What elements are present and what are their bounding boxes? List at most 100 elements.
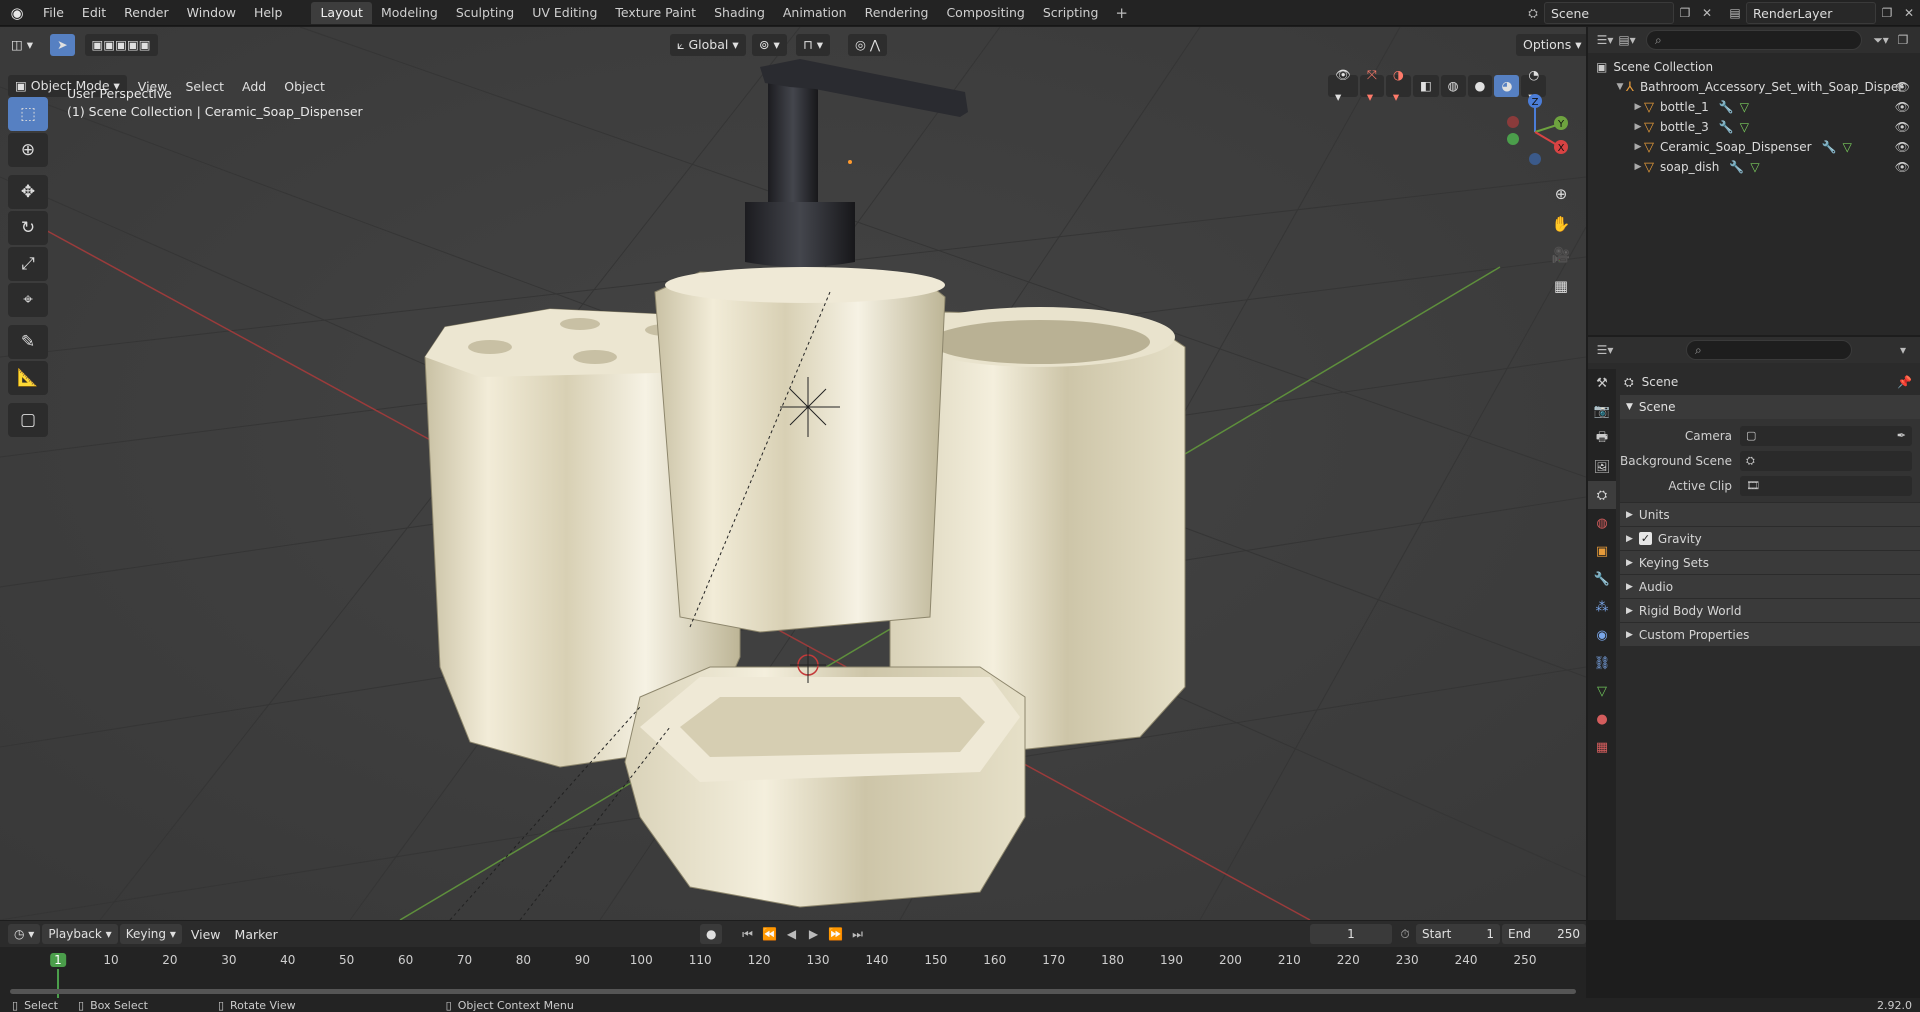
tab-texture-paint[interactable]: Texture Paint: [606, 2, 705, 24]
overlay-toggle-icon[interactable]: ◑ ▾: [1385, 67, 1411, 104]
new-layer-icon[interactable]: ❐: [1876, 2, 1898, 24]
blender-logo-icon[interactable]: ◉: [0, 0, 34, 26]
tab-rendering[interactable]: Rendering: [856, 2, 938, 24]
data-tab-icon[interactable]: ▽: [1588, 677, 1616, 705]
selection-mode-icons[interactable]: ▣▣▣▣▣: [84, 34, 158, 56]
particles-tab-icon[interactable]: ⁂: [1588, 593, 1616, 621]
tab-uv-editing[interactable]: UV Editing: [523, 2, 606, 24]
rigid-body-world-panel[interactable]: ▶ Rigid Body World: [1620, 598, 1920, 622]
view-layer-tab-icon[interactable]: 🖼: [1588, 453, 1616, 481]
3d-viewport[interactable]: ◫ ▾ ➤ ▣▣▣▣▣ ⟀ Global ▾ ⊚ ▾ ⊓ ▾ ◎ ⋀ Optio…: [0, 27, 1586, 920]
add-workspace-icon[interactable]: +: [1107, 2, 1136, 24]
transform-orientation-dropdown[interactable]: ⟀ Global ▾: [670, 34, 746, 56]
menu-window[interactable]: Window: [178, 0, 245, 26]
gizmo-neg-y[interactable]: [1507, 133, 1519, 145]
gizmo-neg-x[interactable]: [1507, 116, 1519, 128]
cursor-tool-icon[interactable]: ⊕: [8, 133, 48, 167]
jump-end-icon[interactable]: ⏭: [846, 923, 868, 945]
scene-browse-icon[interactable]: ⛭: [1522, 2, 1544, 24]
tab-sculpting[interactable]: Sculpting: [447, 2, 523, 24]
delete-scene-icon[interactable]: ✕: [1696, 2, 1718, 24]
outliner-editor-icon[interactable]: ☰▾: [1594, 29, 1616, 51]
play-reverse-icon[interactable]: ◀: [780, 923, 802, 945]
view-layer-field[interactable]: RenderLayer: [1746, 2, 1876, 24]
output-tab-icon[interactable]: 🖶: [1588, 425, 1616, 453]
expand-right-icon[interactable]: ▶: [1632, 122, 1644, 132]
material-tab-icon[interactable]: ●: [1588, 705, 1616, 733]
play-icon[interactable]: ▶: [802, 923, 824, 945]
record-icon[interactable]: ●: [700, 924, 723, 944]
new-collection-icon[interactable]: ❐: [1892, 29, 1914, 51]
tool-tab-icon[interactable]: ⚒: [1588, 369, 1616, 397]
measure-tool-icon[interactable]: 📐: [8, 361, 48, 395]
expand-down-icon[interactable]: ▼: [1614, 82, 1626, 92]
camera-field[interactable]: ▢ ✒: [1740, 425, 1912, 446]
tab-layout[interactable]: Layout: [311, 1, 372, 24]
shading-solid-icon[interactable]: ●: [1467, 75, 1493, 97]
visibility-eye-icon[interactable]: 👁: [1895, 80, 1910, 94]
next-keyframe-icon[interactable]: ⏩: [824, 923, 846, 945]
modifier-tab-icon[interactable]: 🔧: [1588, 565, 1616, 593]
constraints-tab-icon[interactable]: ⛓: [1588, 649, 1616, 677]
properties-search-input[interactable]: ⌕: [1686, 340, 1852, 360]
menu-help[interactable]: Help: [245, 0, 292, 26]
current-frame-field[interactable]: 1: [1310, 924, 1392, 944]
properties-editor-icon[interactable]: ☰▾: [1594, 339, 1616, 361]
end-frame-field[interactable]: End 250: [1502, 924, 1586, 944]
editor-type-icon[interactable]: ◫ ▾: [4, 34, 41, 56]
camera-view-icon[interactable]: 🎥: [1548, 242, 1574, 268]
audio-panel[interactable]: ▶ Audio: [1620, 574, 1920, 598]
visibility-eye-icon[interactable]: 👁: [1895, 140, 1910, 154]
pan-hand-icon[interactable]: ✋: [1548, 211, 1574, 237]
select-box-tool-icon[interactable]: ⬚: [8, 97, 48, 131]
expand-right-icon[interactable]: ▶: [1632, 142, 1644, 152]
transform-tool-icon[interactable]: ⌖: [8, 283, 48, 317]
snap-icon[interactable]: ⊓ ▾: [796, 34, 831, 56]
rotate-tool-icon[interactable]: ↻: [8, 211, 48, 245]
scene-panel-header[interactable]: ▼ Scene: [1620, 395, 1920, 419]
eyedropper-icon[interactable]: ✒: [1897, 429, 1906, 442]
view-layer-icon[interactable]: ▤: [1724, 2, 1746, 24]
pivot-point-icon[interactable]: ⊚ ▾: [752, 34, 787, 56]
new-scene-icon[interactable]: ❐: [1674, 2, 1696, 24]
jump-start-icon[interactable]: ⏮: [736, 923, 758, 945]
physics-tab-icon[interactable]: ◉: [1588, 621, 1616, 649]
properties-options-icon[interactable]: ▾: [1892, 339, 1914, 361]
prev-keyframe-icon[interactable]: ⏪: [758, 923, 780, 945]
expand-right-icon[interactable]: ▶: [1632, 162, 1644, 172]
tab-animation[interactable]: Animation: [774, 2, 856, 24]
custom-properties-panel[interactable]: ▶ Custom Properties: [1620, 622, 1920, 646]
menu-edit[interactable]: Edit: [73, 0, 115, 26]
expand-right-icon[interactable]: ▶: [1632, 102, 1644, 112]
preview-range-icon[interactable]: ⏱: [1394, 923, 1416, 945]
zoom-icon[interactable]: ⊕: [1548, 181, 1574, 207]
visibility-eye-icon[interactable]: 👁: [1895, 160, 1910, 174]
start-frame-field[interactable]: Start 1: [1416, 924, 1500, 944]
active-clip-field[interactable]: 🎞: [1740, 475, 1912, 496]
texture-tab-icon[interactable]: ▦: [1588, 733, 1616, 761]
filter-icon[interactable]: ⏷▾: [1870, 29, 1892, 51]
outliner-search-input[interactable]: ⌕: [1646, 30, 1862, 50]
keying-dropdown[interactable]: Keying ▾: [119, 924, 182, 944]
timeline-ruler[interactable]: 1 10 20 30 40 50 60 70 80 90 100 110 120 130 140 150 160…: [0, 947, 1586, 998]
scene-tab-icon[interactable]: ⛭: [1588, 481, 1616, 509]
render-tab-icon[interactable]: 📷: [1588, 397, 1616, 425]
add-cube-tool-icon[interactable]: ▢: [8, 403, 48, 437]
tab-modeling[interactable]: Modeling: [372, 2, 447, 24]
tree-item-bottle-1[interactable]: ▶ ▽ bottle_1 🔧 ▽ 👁: [1588, 97, 1920, 117]
move-tool-icon[interactable]: ✥: [8, 175, 48, 209]
menu-file[interactable]: File: [34, 0, 73, 26]
units-panel[interactable]: ▶ Units: [1620, 502, 1920, 526]
keying-sets-panel[interactable]: ▶ Keying Sets: [1620, 550, 1920, 574]
options-dropdown[interactable]: Options ▾: [1516, 34, 1586, 56]
timeline-view-menu[interactable]: View: [184, 927, 228, 942]
gravity-panel[interactable]: ▶ ✓ Gravity: [1620, 526, 1920, 550]
xray-icon[interactable]: ◧: [1412, 75, 1439, 97]
playback-dropdown[interactable]: Playback ▾: [42, 924, 118, 944]
tree-item-soap-dish[interactable]: ▶ ▽ soap_dish 🔧 ▽ 👁: [1588, 157, 1920, 177]
visibility-eye-icon[interactable]: 👁: [1895, 100, 1910, 114]
world-tab-icon[interactable]: ◍: [1588, 509, 1616, 537]
scale-tool-icon[interactable]: ⤢: [8, 247, 48, 281]
annotate-tool-icon[interactable]: ✎: [8, 325, 48, 359]
tree-item-bottle-3[interactable]: ▶ ▽ bottle_3 🔧 ▽ 👁: [1588, 117, 1920, 137]
